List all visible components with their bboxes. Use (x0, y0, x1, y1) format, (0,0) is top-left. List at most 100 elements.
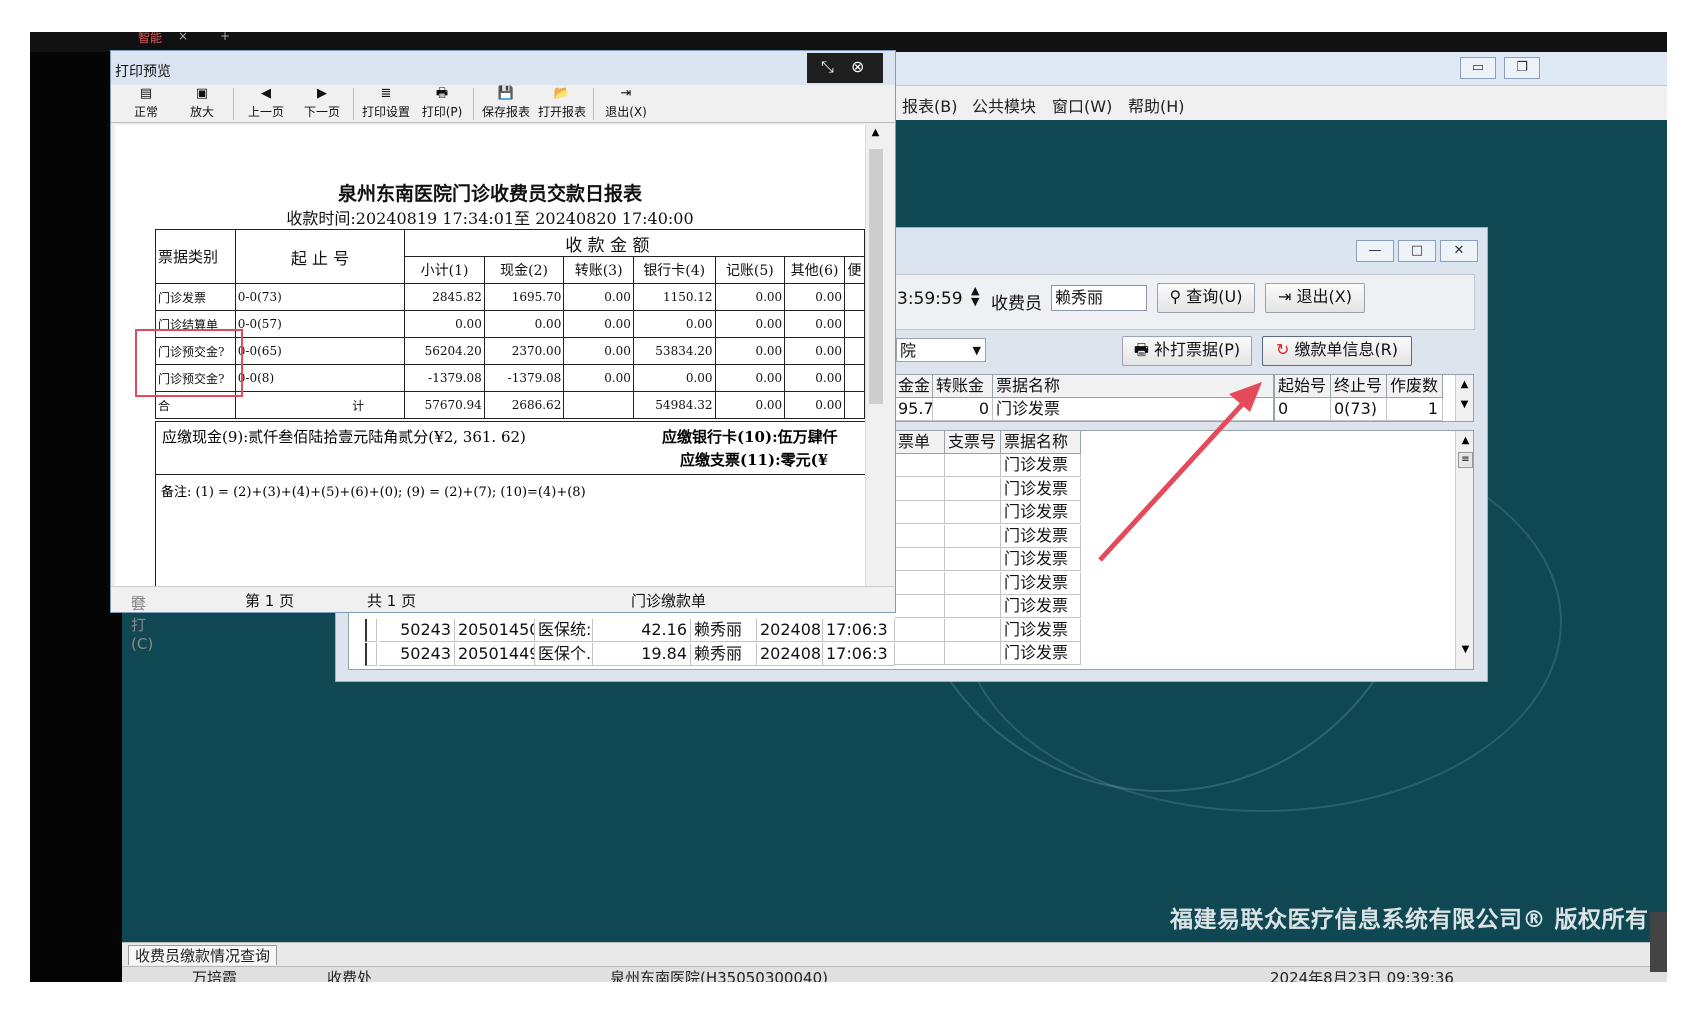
query-button[interactable]: ⚲ 查询(U) (1157, 283, 1255, 313)
grid-cell[interactable] (945, 454, 1001, 477)
grid-cell[interactable] (895, 524, 945, 548)
grid-cell[interactable]: 20501449 (455, 642, 535, 666)
header-cell[interactable]: 转账金 (933, 375, 993, 398)
scroll-thumb[interactable]: ≡ (1458, 452, 1473, 468)
grid-cell[interactable] (945, 477, 1001, 501)
grid-cell[interactable]: 门诊发票 (1001, 642, 1081, 665)
chevron-down-icon[interactable]: ▼ (973, 339, 981, 363)
grid-cell[interactable]: 赖秀丽 (691, 619, 757, 642)
restore-icon[interactable]: ❐ (1504, 57, 1540, 79)
print-setup-button[interactable]: ≣ 打印设置 (357, 85, 415, 123)
close-icon[interactable]: ⊗ (851, 57, 864, 76)
minimize-icon[interactable]: — (1356, 240, 1394, 262)
browser-tab-label[interactable]: 智能 (138, 32, 162, 46)
grid-cell[interactable] (945, 548, 1001, 571)
exit-button[interactable]: ⇥ 退出(X) (1265, 283, 1365, 313)
grid-cell[interactable] (945, 524, 1001, 548)
grid-cell[interactable]: 17:06:3 (823, 619, 895, 642)
prev-page-button[interactable]: ◀ 上一页 (237, 85, 295, 123)
grid-cell[interactable]: 0(73) (1331, 398, 1387, 421)
grid-cell[interactable]: 50243 (379, 642, 455, 666)
grid-cell[interactable]: 门诊发票 (1001, 618, 1081, 642)
menu-public-module[interactable]: 公共模块 (972, 93, 1036, 117)
row-marker[interactable] (365, 619, 377, 642)
grid-cell[interactable] (895, 571, 945, 595)
normal-button[interactable]: ▤ 正常 (117, 85, 175, 123)
row-marker[interactable] (365, 642, 377, 666)
maximize-icon[interactable]: □ (1398, 240, 1436, 262)
grid-cell[interactable] (945, 642, 1001, 665)
save-report-button[interactable]: 💾 保存报表 (477, 85, 535, 123)
payment-info-button[interactable]: ↻ 缴款单信息(R) (1262, 336, 1412, 366)
grid-cell[interactable] (895, 454, 945, 477)
header-cell[interactable]: 作废数 (1387, 375, 1443, 398)
header-cell[interactable]: 金金 (895, 375, 933, 398)
menu-help[interactable]: 帮助(H) (1128, 93, 1185, 117)
grid-cell[interactable]: 门诊发票 (1001, 477, 1081, 501)
grid-cell[interactable]: 42.16 (593, 619, 691, 642)
grid-cell[interactable]: 医保个. (535, 642, 593, 666)
divider (233, 88, 234, 120)
header-cell[interactable]: 票据名称 (993, 375, 1273, 398)
time-spinner-icon[interactable]: ▲ ▼ (971, 285, 979, 307)
grid-cell[interactable]: 门诊发票 (993, 398, 1273, 421)
minimize-icon[interactable]: ▭ (1460, 57, 1496, 79)
exit-preview-button[interactable]: ⇥ 退出(X) (597, 85, 655, 123)
grid-cell[interactable] (945, 571, 1001, 595)
grid-cell[interactable]: 2024082 (757, 642, 823, 666)
grid-cell[interactable] (945, 501, 1001, 524)
status-tab-collector-query[interactable]: 收费员缴款情况查询 (128, 945, 278, 965)
grid-cell[interactable] (895, 642, 945, 665)
type-dropdown[interactable]: 院 ▼ (896, 338, 986, 362)
zoom-in-button[interactable]: ▣ 放大 (173, 85, 231, 123)
scroll-thumb[interactable] (869, 149, 883, 404)
grid-cell[interactable]: 0 (1275, 398, 1331, 421)
reprint-button[interactable]: 🖶 补打票据(P) (1122, 336, 1252, 366)
grid-cell[interactable]: 19.84 (593, 642, 691, 666)
header-cell[interactable]: 起始号 (1275, 375, 1331, 398)
grid-cell[interactable]: 门诊发票 (1001, 548, 1081, 571)
new-tab-icon[interactable]: + (220, 32, 230, 43)
grid-cell[interactable]: 门诊发票 (1001, 454, 1081, 477)
next-page-button[interactable]: ▶ 下一页 (293, 85, 351, 123)
grid-cell[interactable] (895, 595, 945, 618)
grid-cell[interactable]: 50243 (379, 619, 455, 642)
grid-cell[interactable]: 门诊发票 (1001, 571, 1081, 595)
header-cell[interactable]: 票据名称 (1001, 431, 1081, 454)
grid-cell[interactable] (895, 548, 945, 571)
header-cell[interactable]: 票单 (895, 431, 945, 454)
grid-cell[interactable] (945, 595, 1001, 618)
divider (593, 88, 594, 120)
menu-window[interactable]: 窗口(W) (1052, 93, 1112, 117)
grid-cell[interactable] (895, 477, 945, 501)
grid-cell[interactable] (895, 618, 945, 642)
menu-report[interactable]: 报表(B) (902, 93, 957, 117)
header-cell[interactable]: 终止号 (1331, 375, 1387, 398)
header-cell[interactable]: 支票号 (945, 431, 1001, 454)
print-button[interactable]: 🖶 打印(P) (413, 85, 471, 123)
report-table: 票据类别 起 止 号 收 款 金 额 小计(1) 现金(2) 转账(3) 银行卡(4)… (155, 229, 865, 419)
pin-icon[interactable]: ⤡ (821, 57, 834, 77)
scrollbar[interactable]: ▲ ≡ ▼ (1455, 431, 1473, 669)
scroll-up-icon[interactable]: ▲ (866, 127, 885, 138)
close-icon[interactable]: ✕ (1440, 240, 1478, 262)
grid-cell[interactable]: 0 (933, 398, 993, 421)
open-report-button[interactable]: 📂 打开报表 (533, 85, 591, 123)
grid-cell[interactable]: 门诊发票 (1001, 501, 1081, 524)
collector-input[interactable]: 赖秀丽 (1051, 285, 1147, 311)
grid-cell[interactable]: 2024082 (757, 619, 823, 642)
grid-cell[interactable]: 门诊发票 (1001, 524, 1081, 548)
tab-close-icon[interactable]: × (178, 32, 188, 43)
grid-cell[interactable]: 1 (1387, 398, 1443, 421)
vertical-scrollbar[interactable]: ▲ ▼ (865, 125, 885, 611)
grid-cell[interactable]: 门诊发票 (1001, 595, 1081, 618)
grid-cell[interactable]: 17:06:3 (823, 642, 895, 666)
grid-cell[interactable] (895, 501, 945, 524)
grid-cell[interactable]: 20501450 (455, 619, 535, 642)
grid-cell[interactable]: 医保统: (535, 619, 593, 642)
scrollbar[interactable]: ▲ ▼ (1455, 375, 1473, 421)
time-field[interactable]: 3:59:59 (897, 289, 963, 309)
grid-cell[interactable] (945, 618, 1001, 642)
grid-cell[interactable]: 赖秀丽 (691, 642, 757, 666)
grid-cell[interactable]: 95.7 (895, 398, 933, 421)
